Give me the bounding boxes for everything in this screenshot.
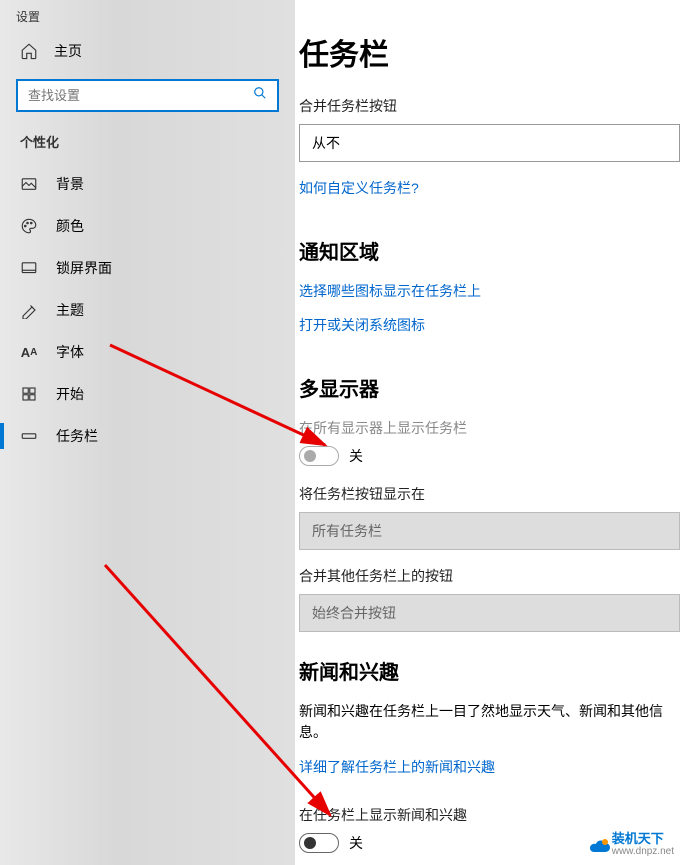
main-content: 任务栏 合并任务栏按钮 从不 如何自定义任务栏? 通知区域 选择哪些图标显示在任… <box>295 0 680 865</box>
font-icon: AA <box>20 343 38 361</box>
watermark-url: www.dnpz.net <box>612 846 674 857</box>
sidebar-item-start[interactable]: 开始 <box>0 373 295 415</box>
home-label: 主页 <box>54 41 82 61</box>
sidebar-item-label: 字体 <box>56 342 84 362</box>
sidebar-item-label: 任务栏 <box>56 426 98 446</box>
sidebar-item-label: 锁屏界面 <box>56 258 112 278</box>
theme-icon <box>20 301 38 319</box>
watermark-title: 装机天下 <box>612 832 674 846</box>
sidebar-item-label: 主题 <box>56 300 84 320</box>
start-icon <box>20 385 38 403</box>
app-title: 设置 <box>0 0 295 31</box>
news-heading: 新闻和兴趣 <box>299 656 680 685</box>
news-description: 新闻和兴趣在任务栏上一目了然地显示天气、新闻和其他信息。 <box>299 701 680 743</box>
show-news-toggle[interactable] <box>299 833 339 853</box>
search-icon <box>253 86 267 105</box>
home-icon <box>20 42 38 60</box>
select-icons-link[interactable]: 选择哪些图标显示在任务栏上 <box>299 281 481 301</box>
sidebar-item-fonts[interactable]: AA 字体 <box>0 331 295 373</box>
image-icon <box>20 175 38 193</box>
multi-monitor-heading: 多显示器 <box>299 373 680 402</box>
combine-other-dropdown: 始终合并按钮 <box>299 594 680 632</box>
sidebar-item-themes[interactable]: 主题 <box>0 289 295 331</box>
sidebar: 设置 主页 个性化 背景 颜色 <box>0 0 295 865</box>
sidebar-item-colors[interactable]: 颜色 <box>0 205 295 247</box>
watermark: 装机天下 www.dnpz.net <box>588 832 674 857</box>
toggle-state-label: 关 <box>349 833 363 853</box>
show-news-label: 在任务栏上显示新闻和兴趣 <box>299 805 680 825</box>
lockscreen-icon <box>20 259 38 277</box>
sidebar-item-lockscreen[interactable]: 锁屏界面 <box>0 247 295 289</box>
notification-area-heading: 通知区域 <box>299 236 680 265</box>
sidebar-item-label: 颜色 <box>56 216 84 236</box>
section-title: 个性化 <box>0 128 295 163</box>
page-title: 任务栏 <box>299 30 680 74</box>
watermark-logo-icon <box>588 834 608 854</box>
taskbar-icon <box>20 427 38 445</box>
taskbar-buttons-on-dropdown: 所有任务栏 <box>299 512 680 550</box>
taskbar-buttons-on-label: 将任务栏按钮显示在 <box>299 484 680 504</box>
system-icons-link[interactable]: 打开或关闭系统图标 <box>299 315 425 335</box>
combine-taskbar-label: 合并任务栏按钮 <box>299 96 680 116</box>
sidebar-item-background[interactable]: 背景 <box>0 163 295 205</box>
search-input[interactable] <box>28 88 253 103</box>
sidebar-item-label: 背景 <box>56 174 84 194</box>
combine-other-label: 合并其他任务栏上的按钮 <box>299 566 680 586</box>
combine-taskbar-dropdown[interactable]: 从不 <box>299 124 680 162</box>
sidebar-item-taskbar[interactable]: 任务栏 <box>0 415 295 457</box>
show-all-monitors-label: 在所有显示器上显示任务栏 <box>299 418 680 438</box>
news-learn-more-link[interactable]: 详细了解任务栏上的新闻和兴趣 <box>299 757 495 777</box>
toggle-state-label: 关 <box>349 446 363 466</box>
customize-taskbar-link[interactable]: 如何自定义任务栏? <box>299 178 419 198</box>
home-nav-item[interactable]: 主页 <box>0 31 295 71</box>
search-input-container[interactable] <box>16 79 279 112</box>
sidebar-item-label: 开始 <box>56 384 84 404</box>
show-all-monitors-toggle <box>299 446 339 466</box>
palette-icon <box>20 217 38 235</box>
